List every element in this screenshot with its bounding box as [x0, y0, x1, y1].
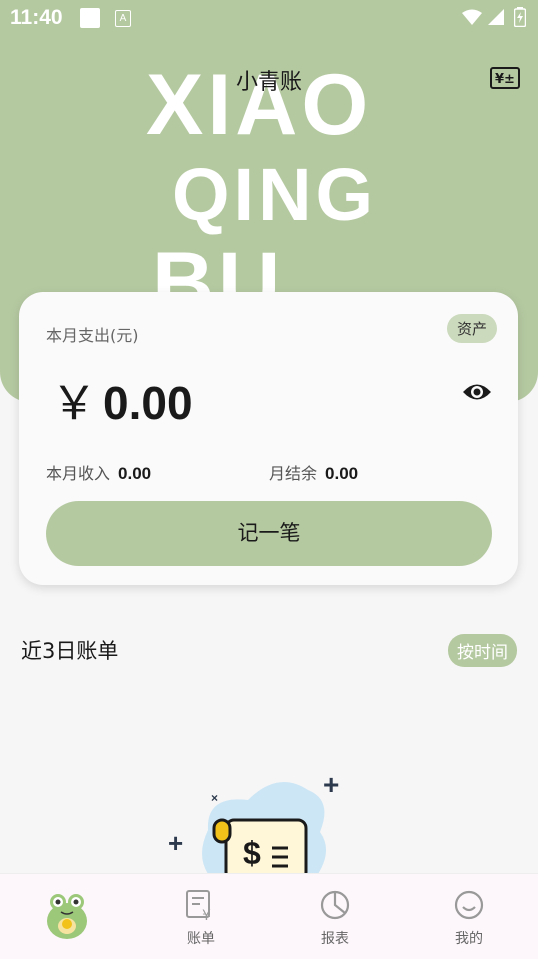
pie-chart-icon [320, 890, 350, 920]
svg-text:¥: ¥ [202, 908, 211, 921]
monthly-income: 本月收入 0.00 [46, 460, 151, 484]
smile-icon [454, 890, 484, 920]
bill-icon: ¥ [186, 890, 211, 921]
empty-bill-illustration-icon: + + × $ [168, 770, 339, 874]
nav-label-report: 报表 [321, 931, 349, 947]
recent-bills-title: 近3日账单 [21, 639, 119, 663]
calculator-icon[interactable]: ¥± [490, 67, 520, 89]
sort-by-time-button[interactable]: 按时间 [448, 634, 517, 667]
status-bar: 11:40 A [0, 0, 538, 36]
eye-icon[interactable] [462, 381, 492, 403]
balance-value: 0.00 [325, 464, 359, 483]
battery-icon [514, 7, 526, 27]
record-button[interactable]: 记一笔 [46, 501, 492, 566]
svg-text:+: + [323, 770, 339, 800]
signal-icon [488, 9, 504, 25]
app-title: 小青账 [235, 70, 302, 95]
summary-card: 本月支出(元) 资产 ￥ 0.00 本月收入 0.00 月结余 0.00 记一笔 [19, 292, 518, 585]
income-label: 本月收入 [46, 464, 111, 483]
nav-item-mine[interactable]: 我的 [402, 874, 536, 959]
frog-mascot-icon [47, 894, 87, 939]
nav-item-home[interactable] [0, 874, 134, 959]
expense-amount: ￥ 0.00 [51, 367, 193, 433]
amount-value: 0.00 [103, 377, 193, 429]
currency-symbol: ￥ [51, 377, 97, 429]
wifi-icon [462, 9, 482, 25]
balance-label: 月结余 [269, 464, 318, 483]
svg-text:×: × [211, 791, 218, 805]
asset-button[interactable]: 资产 [447, 314, 498, 343]
watermark-line-2: QING [172, 153, 378, 236]
income-value: 0.00 [118, 464, 152, 483]
monthly-expense-label: 本月支出(元) [46, 326, 139, 345]
svg-text:+: + [168, 828, 183, 858]
nav-label-mine: 我的 [455, 931, 483, 947]
status-time: 11:40 [10, 6, 63, 29]
nav-item-bill[interactable]: ¥ 账单 [134, 874, 268, 959]
bottom-nav: ¥ 账单 报表 我的 [0, 873, 538, 959]
svg-text:$: $ [243, 835, 261, 871]
nav-label-bill: 账单 [187, 931, 215, 947]
monthly-balance: 月结余 0.00 [269, 460, 358, 484]
notification-icon [80, 8, 100, 28]
keyboard-a-icon: A [115, 10, 131, 27]
nav-item-report[interactable]: 报表 [268, 874, 402, 959]
